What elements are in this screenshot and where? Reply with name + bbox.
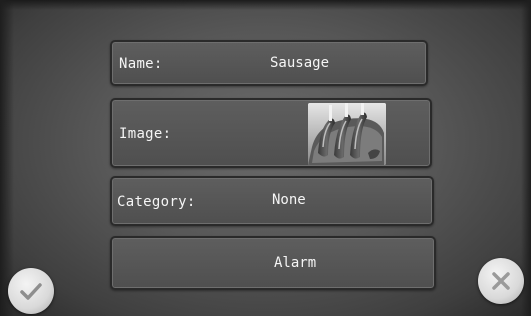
- category-field[interactable]: Category: None: [110, 176, 434, 226]
- close-icon: [492, 272, 510, 290]
- image-label: Image:: [119, 126, 172, 142]
- category-value: None: [272, 192, 306, 208]
- screen-bezel-top: [0, 0, 531, 10]
- alarm-button[interactable]: Alarm: [110, 236, 436, 290]
- confirm-button[interactable]: [8, 268, 54, 314]
- alarm-label: Alarm: [274, 255, 317, 271]
- sausage-photo-icon: [308, 103, 386, 165]
- image-field[interactable]: Image:: [110, 98, 432, 168]
- cancel-button[interactable]: [478, 258, 524, 304]
- checkmark-icon: [20, 283, 42, 300]
- name-field[interactable]: Name: Sausage: [110, 40, 428, 86]
- name-value: Sausage: [270, 55, 330, 71]
- sausage-image-thumbnail[interactable]: [308, 103, 386, 165]
- category-label: Category:: [117, 194, 196, 210]
- recipe-edit-screen: Name: Sausage Image: Category: None Alar…: [0, 0, 531, 316]
- name-label: Name:: [119, 56, 163, 72]
